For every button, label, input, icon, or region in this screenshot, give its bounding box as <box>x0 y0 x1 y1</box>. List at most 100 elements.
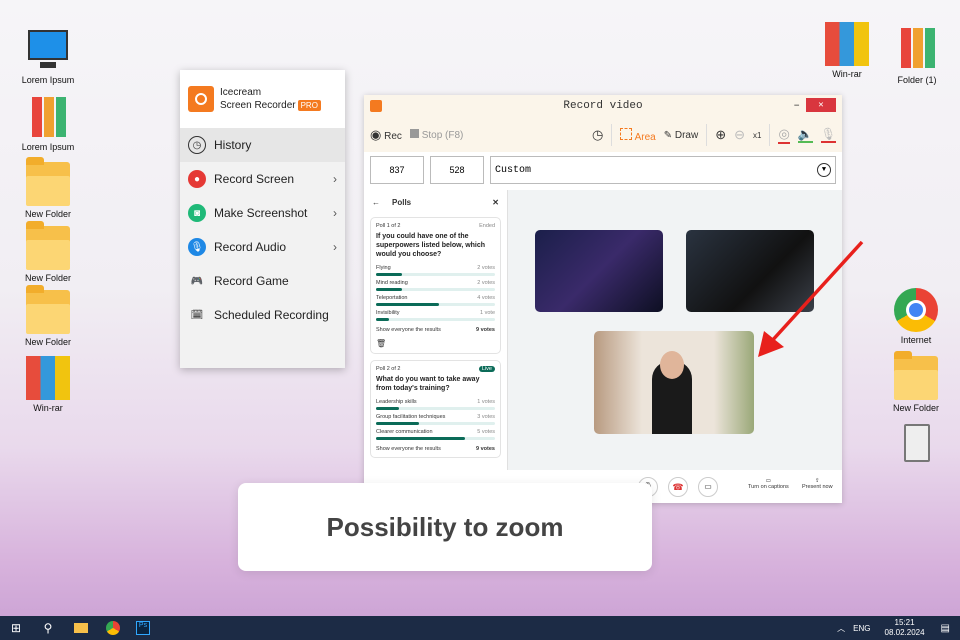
vote-bar <box>376 318 495 321</box>
show-results-toggle[interactable]: Show everyone the results <box>376 327 441 333</box>
vote-bar <box>376 303 495 306</box>
poll-option: Teleportation 4 votes <box>376 295 495 306</box>
vote-bar <box>376 437 495 440</box>
participant-video <box>535 230 663 312</box>
close-button[interactable]: ✕ <box>806 98 836 112</box>
vote-bar <box>376 273 495 276</box>
desktop-icon-new-folder[interactable]: New Folder <box>16 285 80 347</box>
title-bar: Record video – ✕ <box>364 95 842 118</box>
gamepad-icon: 🎮 <box>190 275 204 287</box>
menu-item-record-game[interactable]: 🎮 Record Game <box>180 264 345 298</box>
desktop-icon-internet[interactable]: Internet <box>884 288 948 345</box>
chevron-up-icon[interactable]: ︿ <box>837 623 845 634</box>
trash-icon <box>894 420 938 464</box>
polls-panel: ← Polls ✕ Poll 1 of 2 Ended If you could ha… <box>364 190 508 470</box>
desktop-icon-lorem-ipsum-pc[interactable]: Lorem Ipsum <box>16 28 80 85</box>
poll-option: Invisibility 1 vote <box>376 310 495 321</box>
zoom-level: x1 <box>753 130 762 140</box>
notification-icon[interactable]: ▤ <box>941 623 950 634</box>
webcam-icon[interactable]: ◎ <box>778 126 790 144</box>
photoshop-icon[interactable]: Ps <box>136 621 150 635</box>
folder-icon <box>26 157 70 206</box>
menu-item-record-audio[interactable]: 🎙 Record Audio › <box>180 230 345 264</box>
folder-icon <box>894 351 938 400</box>
menu-item-history[interactable]: ◷ History <box>180 128 345 162</box>
schedule-icon: 🗓 <box>190 309 204 321</box>
preset-select[interactable]: Custom ▼ <box>490 156 836 184</box>
desktop-icon-new-folder[interactable]: New Folder <box>884 351 948 413</box>
binders-icon <box>895 28 939 72</box>
width-input[interactable]: 837 <box>370 156 424 184</box>
desktop-icon-win-rar[interactable]: Win-rar <box>815 22 879 79</box>
desktop-icon-new-folder[interactable]: New Folder <box>16 157 80 219</box>
toolbar: ◉ Rec Stop (F8) ◷ Area ✎ Draw ⊕ ⊖ x1 ◎ 🔈… <box>364 118 842 152</box>
record-icon: ◉ <box>370 127 382 142</box>
camera-button[interactable]: ▭ <box>698 477 718 497</box>
file-explorer-icon[interactable] <box>74 623 88 633</box>
start-button[interactable]: ⊞ <box>0 621 32 635</box>
folder-icon <box>26 285 70 334</box>
red-arrow <box>758 240 864 357</box>
chevron-right-icon: › <box>333 206 337 220</box>
rec-button[interactable]: ◉ Rec <box>370 127 402 143</box>
folder-icon <box>26 221 70 270</box>
desktop-icon-new-folder[interactable]: New Folder <box>16 221 80 283</box>
icecream-logo <box>188 86 214 112</box>
poll-option: Flying 2 votes <box>376 265 495 276</box>
pro-badge: PRO <box>297 100 321 111</box>
vote-bar <box>376 422 495 425</box>
captions-button[interactable]: ▭ Turn on captions <box>748 478 789 490</box>
app-icon <box>370 100 382 112</box>
timer-icon[interactable]: ◷ <box>592 127 603 143</box>
menu-item-scheduled-recording[interactable]: 🗓 Scheduled Recording <box>180 298 345 332</box>
caption-banner: Possibility to zoom <box>238 483 652 571</box>
poll-card: Poll 1 of 2 Ended If you could have one o… <box>370 217 501 354</box>
trash-icon[interactable]: 🗑 <box>376 339 495 348</box>
recycle-bin[interactable] <box>884 420 948 467</box>
present-button[interactable]: ⇪ Present now <box>802 478 833 490</box>
vote-bar <box>376 407 495 410</box>
poll-card: Poll 2 of 2 Live What do you want to take… <box>370 360 501 458</box>
participant-video <box>594 331 754 434</box>
vote-bar <box>376 288 495 291</box>
menu-item-make-screenshot[interactable]: ◙ Make Screenshot › <box>180 196 345 230</box>
microphone-icon: 🎙 <box>188 238 206 256</box>
icecream-menu: Icecream Screen Recorder PRO ◷ History ● Rec… <box>180 70 345 368</box>
area-icon <box>620 127 633 140</box>
language-indicator[interactable]: ENG <box>853 624 870 633</box>
speaker-icon[interactable]: 🔈 <box>797 127 813 143</box>
live-badge: Live <box>478 366 495 372</box>
taskbar: ⊞ ⚲ Ps ︿ ENG 15:21 08.02.2024 ▤ <box>0 616 960 640</box>
clock[interactable]: 15:21 08.02.2024 <box>885 618 925 638</box>
minimize-button[interactable]: – <box>793 95 800 118</box>
desktop-icon-win-rar[interactable]: Win-rar <box>16 356 80 413</box>
desktop-icon-folder-1[interactable]: Folder (1) <box>885 28 949 85</box>
height-input[interactable]: 528 <box>430 156 484 184</box>
stop-button[interactable]: Stop (F8) <box>409 129 463 141</box>
hangup-button[interactable]: ☎ <box>668 477 688 497</box>
back-icon[interactable]: ← <box>372 198 380 207</box>
show-results-toggle[interactable]: Show everyone the results <box>376 446 441 452</box>
menu-item-record-screen[interactable]: ● Record Screen › <box>180 162 345 196</box>
microphone-icon[interactable]: 🎙 <box>820 127 836 143</box>
poll-option: Leadership skills 1 votes <box>376 399 495 410</box>
draw-button[interactable]: ✎ Draw <box>664 130 699 141</box>
poll-option: Group facilitation techniques 3 votes <box>376 414 495 425</box>
zoom-in-icon[interactable]: ⊕ <box>715 127 726 143</box>
area-settings: 837 528 Custom ▼ <box>364 152 842 188</box>
close-icon[interactable]: ✕ <box>492 198 499 207</box>
chrome-icon <box>894 288 938 332</box>
poll-option: Clearer communication 5 votes <box>376 429 495 440</box>
search-icon[interactable]: ⚲ <box>32 621 64 635</box>
camera-icon: ◙ <box>188 204 206 222</box>
record-icon: ● <box>188 170 206 188</box>
area-button[interactable]: Area <box>620 127 656 143</box>
binders-icon <box>26 95 70 139</box>
winrar-icon <box>825 22 869 66</box>
zoom-out-icon[interactable]: ⊖ <box>734 127 745 143</box>
chrome-taskbar-icon[interactable] <box>106 621 120 635</box>
chevron-down-icon: ▼ <box>817 163 831 177</box>
menu-header: Icecream Screen Recorder PRO <box>180 70 345 128</box>
desktop-icon-lorem-ipsum-binders[interactable]: Lorem Ipsum <box>16 95 80 152</box>
chevron-right-icon: › <box>333 240 337 254</box>
